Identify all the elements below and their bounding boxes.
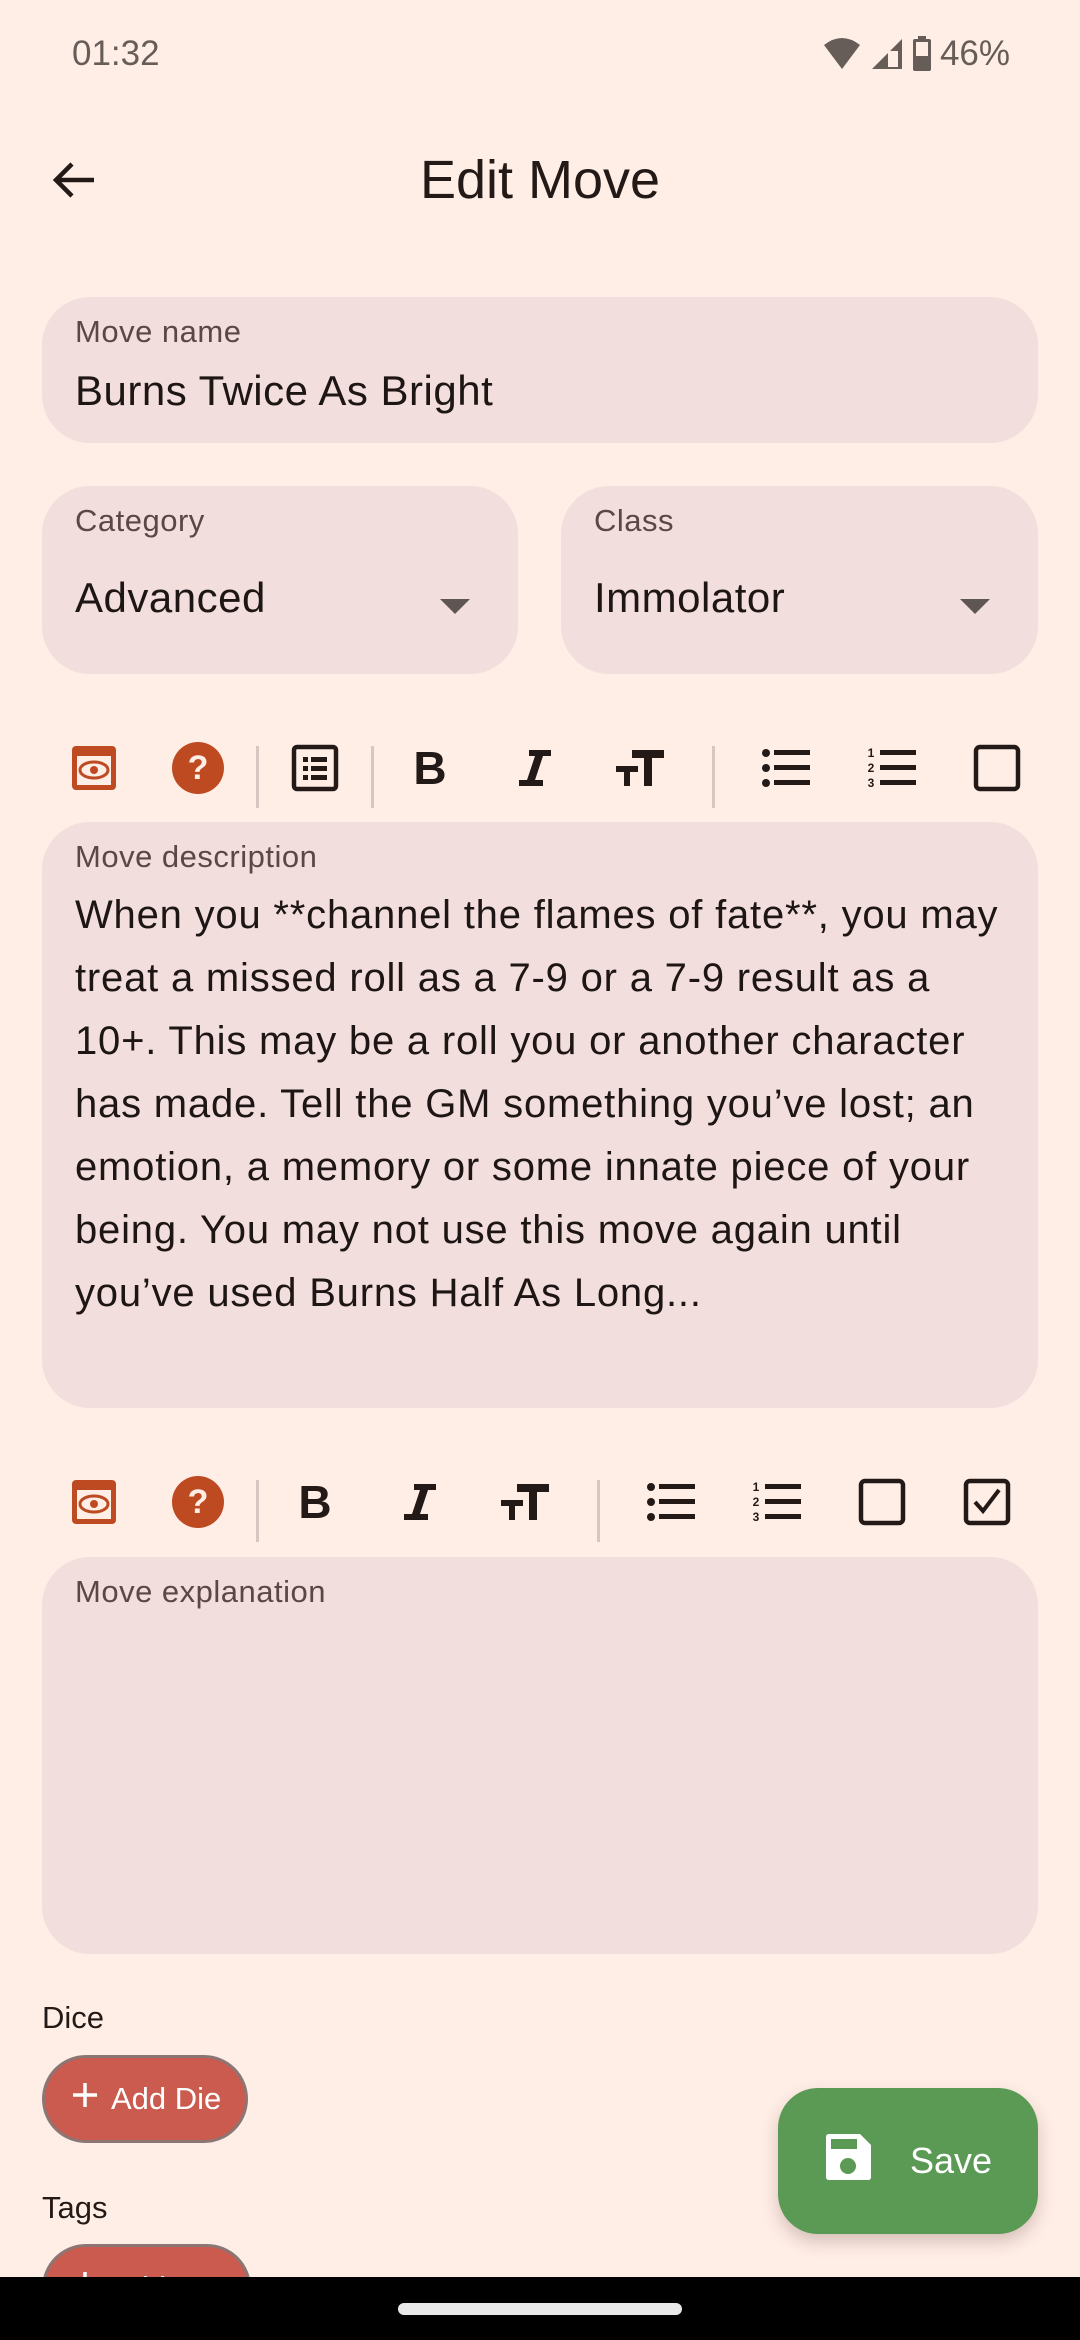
status-time: 01:32 — [72, 34, 160, 73]
battery-icon — [912, 36, 932, 72]
bulleted-list-icon — [645, 1480, 697, 1529]
help-circle-icon: ? — [171, 741, 225, 800]
tags-label: Tags — [42, 2190, 108, 2225]
move-description-label: Move description — [75, 839, 318, 874]
text-size-icon — [499, 1480, 551, 1529]
italic-icon — [400, 1480, 440, 1529]
bulleted-list-button[interactable] — [641, 1474, 701, 1534]
bold-button[interactable]: B — [285, 1474, 345, 1534]
svg-text:?: ? — [188, 749, 209, 787]
help-circle-icon: ? — [171, 1475, 225, 1534]
svg-text:3: 3 — [753, 1510, 760, 1524]
wifi-icon — [822, 37, 862, 71]
svg-text:?: ? — [188, 1483, 209, 1521]
plus-icon — [71, 2081, 99, 2117]
preview-eye-icon — [70, 1478, 118, 1531]
move-explanation-label: Move explanation — [75, 1574, 326, 1609]
add-die-button[interactable]: Add Die — [42, 2055, 249, 2143]
bold-icon: B — [295, 1476, 335, 1529]
svg-text:2: 2 — [753, 1495, 760, 1509]
help-button[interactable]: ? — [168, 1474, 228, 1534]
text-size-button[interactable] — [495, 1474, 555, 1534]
description-toolbar: ? B 123 — [0, 718, 1080, 818]
move-name-value[interactable]: Burns Twice As Bright — [75, 367, 493, 415]
arrow-left-icon — [50, 156, 98, 209]
text-size-icon — [614, 746, 666, 795]
home-gesture-handle[interactable] — [398, 2303, 682, 2315]
text-size-button[interactable] — [610, 740, 670, 800]
bold-icon: B — [410, 742, 450, 795]
cell-signal-icon — [870, 37, 904, 71]
italic-icon — [515, 746, 555, 795]
svg-text:1: 1 — [753, 1480, 760, 1494]
move-description-field[interactable]: Move description When you **channel the … — [42, 822, 1038, 1408]
bulleted-list-icon — [760, 746, 812, 795]
svg-text:B: B — [298, 1480, 331, 1524]
preview-button[interactable] — [64, 1474, 124, 1534]
category-label: Category — [75, 503, 205, 538]
bulleted-list-button[interactable] — [756, 740, 816, 800]
class-label: Class — [594, 503, 675, 538]
class-dropdown[interactable]: Class Immolator — [561, 486, 1038, 674]
numbered-list-icon: 123 — [751, 1480, 803, 1529]
preview-button[interactable] — [64, 740, 124, 800]
svg-text:3: 3 — [868, 776, 875, 790]
class-value: Immolator — [594, 574, 786, 621]
status-bar: 01:32 46% — [0, 0, 1080, 108]
numbered-list-icon: 123 — [866, 746, 918, 795]
help-button[interactable]: ? — [168, 740, 228, 800]
numbered-list-button[interactable]: 123 — [862, 740, 922, 800]
preview-eye-icon — [70, 744, 118, 797]
italic-button[interactable] — [505, 740, 565, 800]
italic-button[interactable] — [390, 1474, 450, 1534]
category-dropdown[interactable]: Category Advanced — [42, 486, 518, 674]
explanation-toolbar: ? B 123 — [0, 1452, 1080, 1552]
move-description-value[interactable]: When you **channel the flames of fate**,… — [75, 884, 1008, 1325]
details-list-icon — [291, 744, 339, 797]
checkbox-button[interactable] — [852, 1474, 912, 1534]
details-button[interactable] — [285, 740, 345, 800]
page-title: Edit Move — [419, 150, 661, 210]
checked-checkbox-button[interactable] — [957, 1474, 1017, 1534]
battery-percent: 46% — [939, 34, 1010, 73]
status-icons: 46% — [822, 34, 1010, 74]
checkbox-empty-icon — [973, 744, 1021, 797]
move-name-field[interactable]: Move name Burns Twice As Bright — [42, 297, 1038, 443]
bold-button[interactable]: B — [400, 740, 460, 800]
svg-text:1: 1 — [868, 746, 875, 760]
save-button[interactable]: Save — [778, 2088, 1038, 2234]
save-label: Save — [909, 2140, 993, 2181]
move-name-label: Move name — [75, 314, 242, 349]
move-explanation-field[interactable]: Move explanation — [42, 1557, 1038, 1954]
checkbox-button[interactable] — [967, 740, 1027, 800]
numbered-list-button[interactable]: 123 — [747, 1474, 807, 1534]
back-button[interactable] — [44, 152, 104, 212]
dropdown-arrow-icon — [440, 599, 470, 614]
svg-text:B: B — [413, 746, 446, 790]
checkbox-checked-icon — [963, 1478, 1011, 1531]
system-nav-bar — [0, 2277, 1080, 2340]
svg-text:2: 2 — [868, 761, 875, 775]
add-die-label: Add Die — [111, 2081, 222, 2116]
dropdown-arrow-icon — [960, 599, 990, 614]
floppy-disk-icon — [824, 2133, 872, 2190]
checkbox-empty-icon — [858, 1478, 906, 1531]
app-bar: Edit Move — [0, 120, 1080, 240]
dice-label: Dice — [42, 2000, 105, 2035]
category-value: Advanced — [75, 574, 266, 621]
